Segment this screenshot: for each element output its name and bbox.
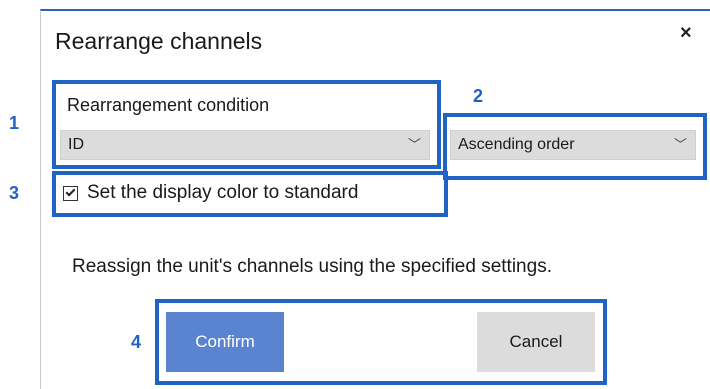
annotation-number-1: 1 [9,113,20,133]
annotation-box-2 [443,113,707,180]
annotation-number-2: 2 [473,86,484,106]
annotation-box-3 [52,171,448,217]
info-message: Reassign the unit's channels using the s… [72,256,552,277]
annotation-box-4 [155,299,607,385]
annotation-box-1 [52,80,441,169]
close-icon[interactable]: × [680,22,692,45]
annotation-number-4: 4 [131,332,142,352]
dialog-title: Rearrange channels [55,28,263,54]
annotation-number-3: 3 [9,183,20,203]
background-strip [0,0,40,389]
